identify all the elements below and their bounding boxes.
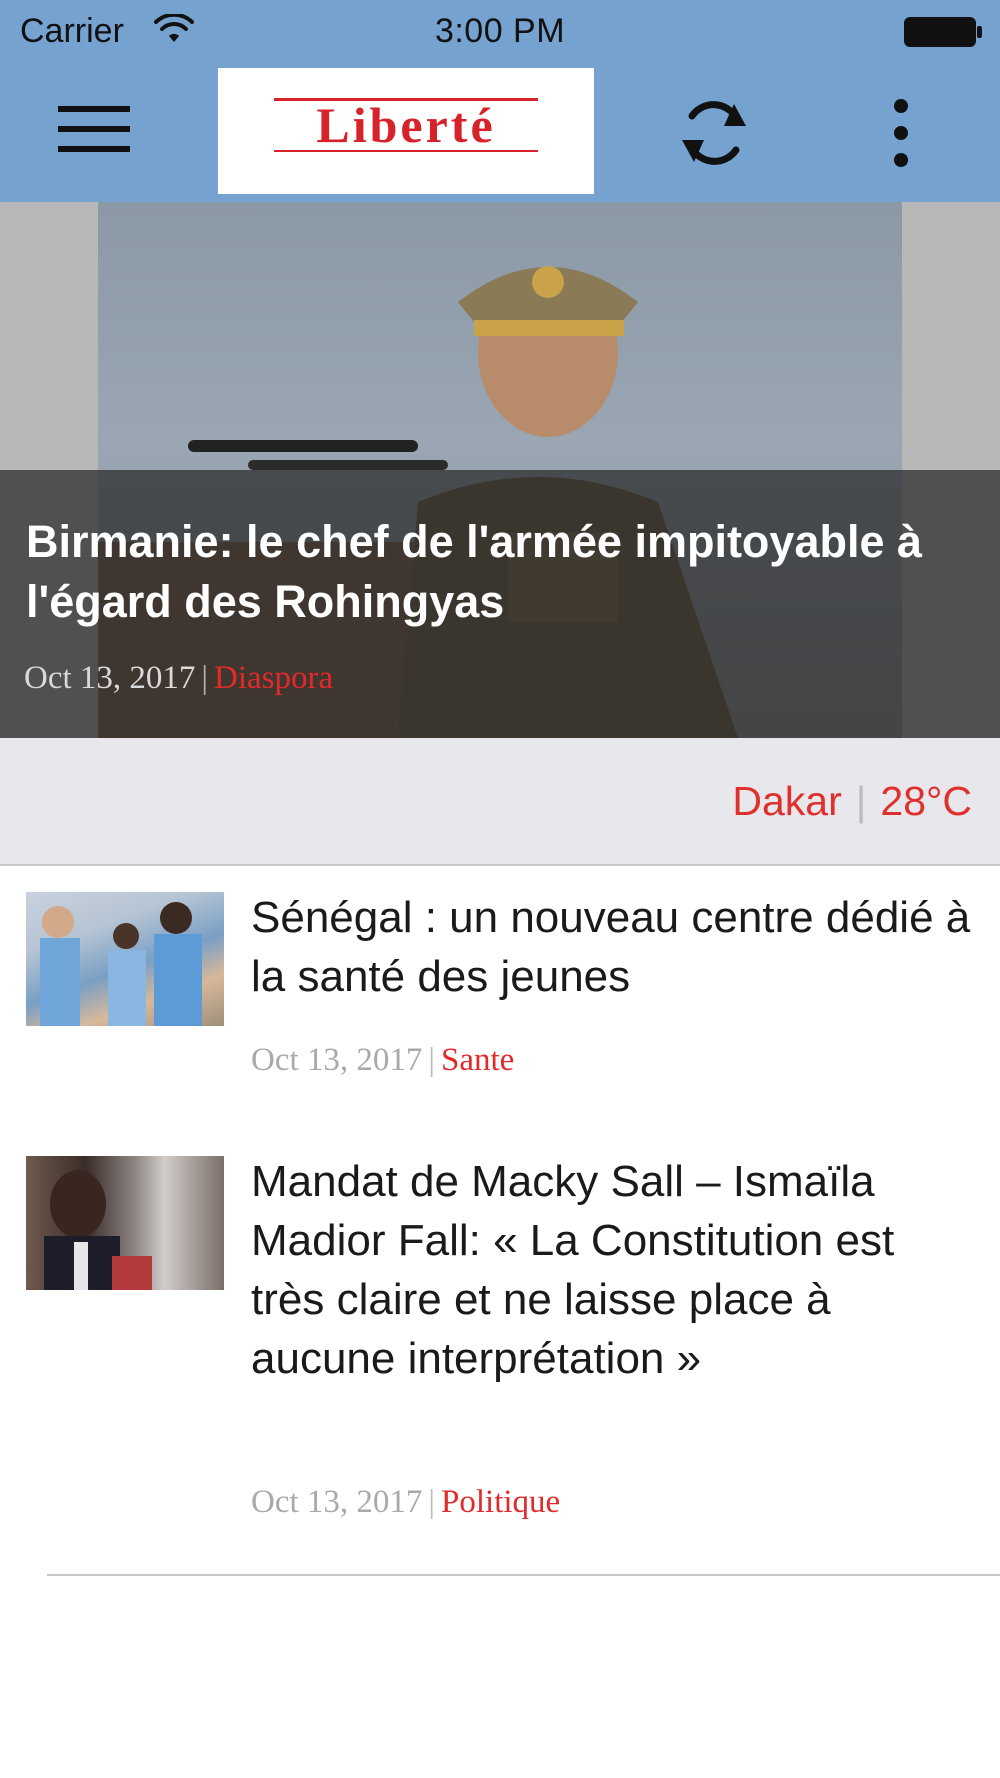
status-time: 3:00 PM xyxy=(434,12,566,50)
article-category[interactable]: Sante xyxy=(441,1042,514,1078)
hero-meta: Oct 13, 2017 | Diaspora xyxy=(24,660,333,697)
hero-meta-separator: | xyxy=(201,660,209,696)
article-date: Oct 13, 2017 xyxy=(251,1484,423,1520)
weather-temperature: 28°C xyxy=(880,778,972,824)
article-meta: Oct 13, 2017 | Sante xyxy=(251,1042,514,1079)
top-bar: Carrier 3:00 PM Liberté xyxy=(0,0,1000,202)
logo-text: Liberté xyxy=(316,97,496,153)
weather-separator: | xyxy=(855,778,867,824)
weather-city: Dakar xyxy=(732,778,842,824)
article-meta: Oct 13, 2017 | Politique xyxy=(251,1484,560,1521)
battery-icon xyxy=(904,17,982,47)
logo-rule-bottom xyxy=(274,150,538,152)
hamburger-menu-icon[interactable] xyxy=(54,94,134,164)
article-meta-separator: | xyxy=(428,1042,436,1078)
article-thumbnail xyxy=(26,892,224,1026)
nav-bar: Liberté xyxy=(0,64,1000,202)
thumbnail-photo-placeholder xyxy=(40,902,202,1026)
article-thumbnail xyxy=(26,1156,224,1290)
hero-category[interactable]: Diaspora xyxy=(214,660,333,696)
app-logo[interactable]: Liberté xyxy=(218,68,594,194)
list-item[interactable]: Mandat de Macky Sall – Ismaïla Madior Fa… xyxy=(0,1130,1000,1576)
article-meta-separator: | xyxy=(428,1484,436,1520)
thumbnail-photo-placeholder xyxy=(44,1170,152,1290)
list-divider xyxy=(47,1574,1000,1576)
weather-info: Dakar | 28°C xyxy=(732,778,972,825)
article-date: Oct 13, 2017 xyxy=(251,1042,423,1078)
article-title[interactable]: Mandat de Macky Sall – Ismaïla Madior Fa… xyxy=(251,1152,971,1388)
more-vertical-icon[interactable] xyxy=(880,92,922,174)
article-title[interactable]: Sénégal : un nouveau centre dédié à la s… xyxy=(251,888,971,1006)
hero-title[interactable]: Birmanie: le chef de l'armée impitoyable… xyxy=(26,512,976,632)
status-bar: Carrier 3:00 PM xyxy=(0,0,1000,64)
refresh-icon[interactable] xyxy=(676,92,752,174)
weather-strip: Dakar | 28°C xyxy=(0,738,1000,866)
article-category[interactable]: Politique xyxy=(441,1484,560,1520)
list-item[interactable]: Sénégal : un nouveau centre dédié à la s… xyxy=(0,866,1000,1130)
hero-article[interactable]: Birmanie: le chef de l'armée impitoyable… xyxy=(0,202,1000,738)
hero-date: Oct 13, 2017 xyxy=(24,660,196,696)
